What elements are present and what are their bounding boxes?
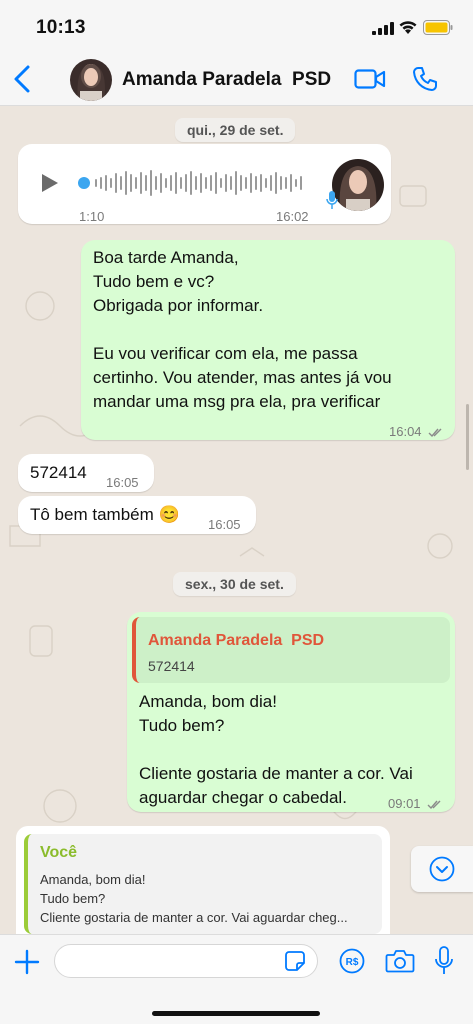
message-meta: 09:01: [388, 792, 444, 816]
outgoing-reply-message[interactable]: Amanda Paradela PSD 572414 Amanda, bom d…: [127, 612, 455, 812]
sticker-icon[interactable]: [284, 950, 306, 972]
voice-message-bubble[interactable]: 1:10 16:02: [18, 144, 391, 224]
scroll-to-bottom-button[interactable]: [411, 846, 473, 892]
message-text: 572414: [30, 463, 87, 482]
quoted-author: Amanda Paradela PSD: [148, 632, 325, 649]
status-time: 10:13: [36, 17, 86, 38]
back-chevron-icon[interactable]: [12, 64, 34, 94]
plus-icon[interactable]: [14, 949, 40, 975]
video-call-icon[interactable]: [354, 68, 386, 90]
incoming-message[interactable]: 572414 16:05: [18, 454, 154, 492]
outgoing-message[interactable]: Boa tarde Amanda, Tudo bem e vc? Obrigad…: [81, 240, 455, 440]
battery-icon: [423, 20, 453, 35]
reply-author: Você: [40, 844, 78, 861]
camera-icon[interactable]: [385, 948, 415, 974]
scroll-indicator[interactable]: [466, 404, 469, 470]
message-time: 16:05: [208, 517, 241, 532]
message-time: 09:01: [388, 796, 421, 811]
message-meta: 16:04: [389, 420, 445, 444]
reply-quote[interactable]: Você Amanda, bom dia! Tudo bem? Cliente …: [24, 834, 382, 934]
reply-preview[interactable]: Você Amanda, bom dia! Tudo bem? Cliente …: [16, 826, 390, 934]
message-text: Tô bem também 😊: [30, 505, 180, 524]
play-icon[interactable]: [40, 172, 60, 194]
chat-area[interactable]: qui., 29 de set. 1:10 16:02 Boa tarde Am…: [0, 106, 473, 934]
microphone-icon[interactable]: [434, 946, 454, 976]
message-input[interactable]: [54, 944, 318, 978]
date-separator: sex., 30 de set.: [173, 572, 296, 596]
phone-call-icon[interactable]: [412, 66, 438, 92]
svg-text:R$: R$: [346, 957, 359, 968]
status-bar: 10:13: [0, 0, 473, 52]
sender-avatar: [332, 159, 384, 211]
message-text: Boa tarde Amanda, Tudo bem e vc? Obrigad…: [93, 248, 392, 411]
message-time: 16:02: [276, 209, 309, 224]
message-time: 16:04: [389, 424, 422, 439]
audio-waveform[interactable]: [76, 166, 312, 200]
reply-line: Cliente gostaria de manter a cor. Vai ag…: [40, 910, 348, 925]
home-indicator: [152, 1011, 320, 1016]
wifi-icon: [399, 21, 417, 34]
read-ticks-icon: [428, 428, 442, 438]
message-time: 16:05: [106, 475, 139, 490]
cellular-signal-icon: [372, 22, 394, 35]
contact-name[interactable]: Amanda Paradela PSD: [122, 69, 331, 91]
payment-icon[interactable]: R$: [339, 948, 365, 974]
reply-line: Tudo bem?: [40, 891, 106, 906]
composer-bar: R$: [0, 934, 473, 1024]
quoted-message[interactable]: Amanda Paradela PSD 572414: [132, 617, 450, 683]
date-separator: qui., 29 de set.: [175, 118, 296, 142]
chat-header: Amanda Paradela PSD: [0, 52, 473, 106]
reply-line: Amanda, bom dia!: [40, 872, 146, 887]
microphone-icon: [326, 191, 338, 209]
voice-duration: 1:10: [79, 209, 105, 224]
contact-avatar[interactable]: [70, 59, 112, 101]
incoming-message[interactable]: Tô bem também 😊 16:05: [18, 496, 256, 534]
chevron-down-circle-icon: [429, 856, 455, 882]
quoted-text: 572414: [148, 658, 195, 674]
read-ticks-icon: [427, 800, 441, 810]
